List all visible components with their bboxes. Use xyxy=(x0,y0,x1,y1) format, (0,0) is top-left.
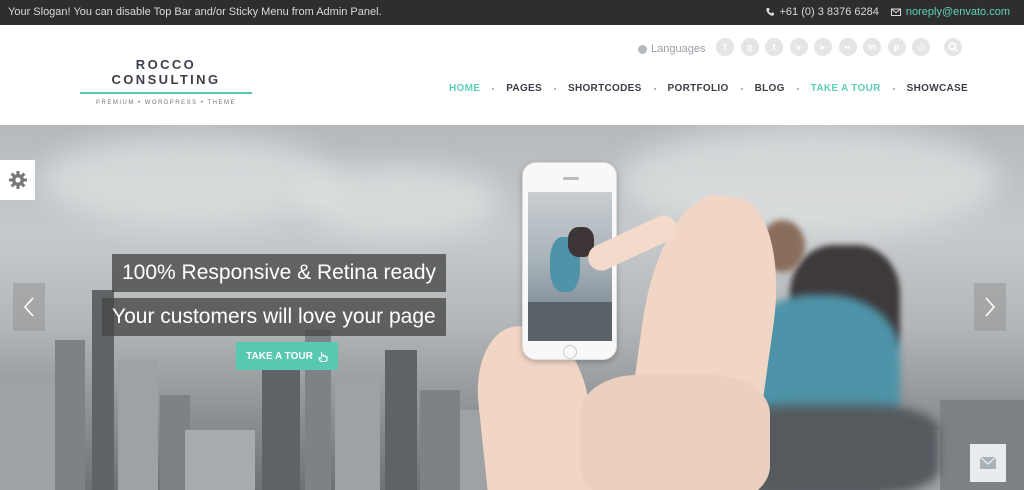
nav-separator xyxy=(492,87,495,90)
take-a-tour-label: TAKE A TOUR xyxy=(246,350,313,362)
cloud xyxy=(620,125,1000,235)
cloud xyxy=(300,165,500,235)
nav-separator xyxy=(796,87,799,90)
take-a-tour-button[interactable]: TAKE A TOUR xyxy=(236,342,338,370)
search-icon xyxy=(948,42,958,52)
logo-name: ROCCO CONSULTING xyxy=(111,57,221,87)
wrist xyxy=(580,375,770,490)
google-icon[interactable]: g xyxy=(740,38,759,56)
site-header: ROCCO CONSULTING PREMIUM • WORDPRESS • T… xyxy=(0,25,1024,125)
globe-icon xyxy=(638,44,647,54)
site-logo[interactable]: ROCCO CONSULTING PREMIUM • WORDPRESS • T… xyxy=(80,57,252,106)
logo-tagline: PREMIUM • WORDPRESS • THEME xyxy=(96,100,236,106)
nav-separator xyxy=(892,87,895,90)
phone-speaker xyxy=(563,177,579,180)
screen-rock xyxy=(528,302,612,341)
language-selector[interactable]: Languages xyxy=(638,43,705,55)
envelope-icon xyxy=(980,457,996,469)
skyline-building xyxy=(420,390,460,490)
nav-item-home[interactable]: HOME xyxy=(449,83,480,94)
phone-link[interactable]: +61 (0) 3 8376 6284 xyxy=(765,6,879,18)
skyline-building xyxy=(55,340,85,490)
hero-caption-2: Your customers will love your page xyxy=(102,298,446,336)
nav-item-pages[interactable]: PAGES xyxy=(506,83,542,94)
skyline-building xyxy=(118,360,158,490)
hero-slider: 100% Responsive & Retina ready Your cust… xyxy=(0,125,1024,490)
mail-icon xyxy=(890,8,901,16)
vimeo-icon[interactable]: v xyxy=(789,38,808,56)
top-bar-contact: +61 (0) 3 8376 6284 noreply@envato.com xyxy=(765,6,1010,18)
phone-number: +61 (0) 3 8376 6284 xyxy=(779,6,879,18)
nav-separator xyxy=(740,87,743,90)
nav-separator xyxy=(553,87,556,90)
languages-label: Languages xyxy=(651,43,706,55)
top-bar: Your Slogan! You can disable Top Bar and… xyxy=(0,0,1024,25)
pinterest-icon[interactable]: p xyxy=(887,38,906,56)
phone-icon xyxy=(765,8,774,16)
main-nav: HOME PAGES SHORTCODES PORTFOLIO BLOG TAK… xyxy=(449,83,968,94)
social-icons: f g t v ▸ •• in p ◎ xyxy=(716,38,930,56)
skyline-building xyxy=(0,380,60,490)
gear-icon xyxy=(8,171,27,189)
nav-item-shortcodes[interactable]: SHORTCODES xyxy=(568,83,642,94)
slider-next-button[interactable] xyxy=(974,283,1006,331)
hand-pointer-icon xyxy=(317,351,328,362)
skyline-building xyxy=(335,380,380,490)
dribbble-icon[interactable]: ◎ xyxy=(912,38,930,56)
contact-mail-button[interactable] xyxy=(970,444,1006,482)
chevron-left-icon xyxy=(23,297,34,317)
slider-prev-button[interactable] xyxy=(13,283,45,331)
nav-item-portfolio[interactable]: PORTFOLIO xyxy=(668,83,729,94)
youtube-icon[interactable]: ▸ xyxy=(814,38,832,56)
skyline-building xyxy=(385,350,417,490)
phone-home-button xyxy=(563,345,577,359)
nav-item-blog[interactable]: BLOG xyxy=(755,83,785,94)
facebook-icon[interactable]: f xyxy=(716,38,734,56)
nav-item-take-a-tour[interactable]: TAKE A TOUR xyxy=(811,83,881,94)
hero-caption-1: 100% Responsive & Retina ready xyxy=(112,254,447,292)
flickr-icon[interactable]: •• xyxy=(838,38,857,56)
linkedin-icon[interactable]: in xyxy=(863,38,881,56)
settings-panel-toggle[interactable] xyxy=(0,160,35,200)
logo-underline xyxy=(80,92,252,94)
top-bar-slogan: Your Slogan! You can disable Top Bar and… xyxy=(8,6,382,18)
nav-item-showcase[interactable]: SHOWCASE xyxy=(907,83,968,94)
search-button[interactable] xyxy=(944,38,962,56)
twitter-icon[interactable]: t xyxy=(765,38,783,56)
chevron-right-icon xyxy=(985,297,996,317)
skyline-building xyxy=(185,430,255,490)
email-link[interactable]: noreply@envato.com xyxy=(890,6,1010,18)
email-address: noreply@envato.com xyxy=(905,6,1010,18)
skyline-building xyxy=(262,370,300,490)
nav-separator xyxy=(653,87,656,90)
cloud xyxy=(40,135,340,225)
